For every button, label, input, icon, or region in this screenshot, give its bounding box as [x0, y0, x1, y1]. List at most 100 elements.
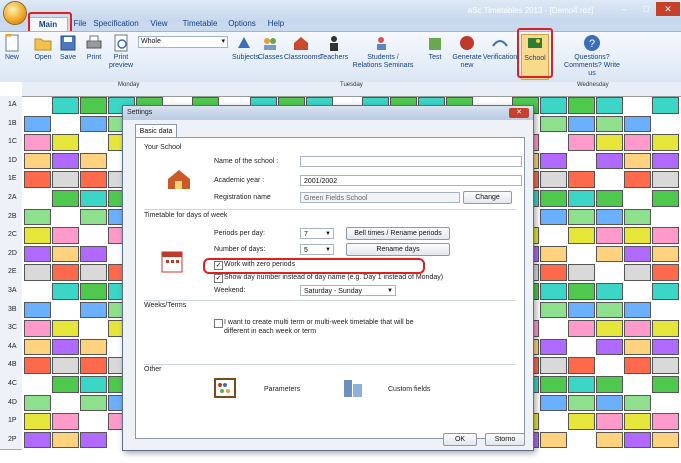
class-row-label[interactable]: 2P: [0, 430, 22, 451]
lesson-card[interactable]: [652, 413, 679, 430]
lesson-card[interactable]: [596, 283, 623, 300]
cancel-button[interactable]: Storno: [485, 433, 525, 446]
lesson-card[interactable]: [568, 97, 595, 114]
rename-days-button[interactable]: Rename days: [346, 243, 450, 256]
lesson-card[interactable]: [24, 171, 51, 188]
lesson-card[interactable]: [624, 413, 651, 430]
lesson-card[interactable]: [540, 97, 567, 114]
lesson-card[interactable]: [540, 245, 567, 263]
lesson-card[interactable]: [540, 264, 567, 281]
print-preview-button[interactable]: Print preview: [106, 34, 136, 78]
lesson-card[interactable]: [624, 245, 651, 263]
lesson-card[interactable]: [540, 376, 567, 393]
lesson-card[interactable]: [52, 152, 79, 170]
class-row-label[interactable]: 1P: [0, 412, 22, 432]
new-button[interactable]: New: [2, 34, 22, 78]
lesson-card[interactable]: [596, 431, 623, 449]
lesson-card[interactable]: [568, 227, 595, 244]
lesson-card[interactable]: [52, 245, 79, 263]
verification-button[interactable]: Verification: [482, 34, 518, 78]
lesson-card[interactable]: [568, 394, 595, 412]
lesson-card[interactable]: [52, 431, 79, 449]
lesson-card[interactable]: [568, 115, 595, 133]
tab-basic-data[interactable]: Basic data: [135, 124, 177, 138]
lesson-card[interactable]: [652, 431, 679, 449]
lesson-card[interactable]: [24, 301, 51, 319]
lesson-card[interactable]: [52, 320, 79, 337]
school-name-input[interactable]: [300, 156, 522, 167]
lesson-card[interactable]: [540, 190, 567, 207]
lesson-card[interactable]: [568, 208, 595, 226]
lesson-card[interactable]: [652, 97, 679, 114]
teachers-button[interactable]: Teachers: [319, 34, 349, 78]
lesson-card[interactable]: [52, 227, 79, 244]
lesson-card[interactable]: [24, 152, 51, 170]
close-window-button[interactable]: ✕: [656, 2, 680, 16]
classes-button[interactable]: Classes: [258, 34, 283, 78]
lesson-card[interactable]: [540, 394, 567, 412]
parameters-link[interactable]: Parameters: [264, 386, 300, 393]
lesson-card[interactable]: [540, 171, 567, 188]
class-row-label[interactable]: 1D: [0, 151, 22, 172]
lesson-card[interactable]: [652, 283, 679, 300]
maximize-button[interactable]: □: [634, 2, 658, 16]
day-number-checkbox[interactable]: ✓: [214, 274, 223, 283]
lesson-card[interactable]: [596, 301, 623, 319]
lesson-card[interactable]: [52, 190, 79, 207]
lesson-card[interactable]: [568, 190, 595, 207]
lesson-card[interactable]: [52, 264, 79, 281]
tab-view[interactable]: View: [146, 17, 172, 31]
lesson-card[interactable]: [80, 376, 107, 393]
lesson-card[interactable]: [624, 115, 651, 133]
lesson-card[interactable]: [652, 320, 679, 337]
class-row-label[interactable]: 1B: [0, 114, 22, 135]
lesson-card[interactable]: [24, 264, 51, 281]
lesson-card[interactable]: [80, 97, 107, 114]
subjects-button[interactable]: Subjects: [232, 34, 259, 78]
lesson-card[interactable]: [24, 357, 51, 374]
class-row-label[interactable]: 2D: [0, 244, 22, 265]
lesson-card[interactable]: [652, 171, 679, 188]
lesson-card[interactable]: [80, 115, 107, 133]
lesson-card[interactable]: [80, 301, 107, 319]
lesson-card[interactable]: [624, 338, 651, 356]
lesson-card[interactable]: [80, 394, 107, 412]
lesson-card[interactable]: [596, 413, 623, 430]
class-row-label[interactable]: 2A: [0, 189, 22, 209]
lesson-card[interactable]: [80, 357, 107, 374]
tab-help[interactable]: Help: [266, 17, 286, 31]
lesson-card[interactable]: [80, 208, 107, 226]
lesson-card[interactable]: [540, 301, 567, 319]
lesson-card[interactable]: [540, 283, 567, 300]
lesson-card[interactable]: [624, 431, 651, 449]
lesson-card[interactable]: [540, 357, 567, 374]
class-row-label[interactable]: 4A: [0, 337, 22, 358]
lesson-card[interactable]: [80, 264, 107, 281]
custom-fields-building-icon[interactable]: [342, 376, 364, 400]
tab-specification[interactable]: Specification: [93, 17, 139, 31]
lesson-card[interactable]: [652, 134, 679, 151]
tab-timetable[interactable]: Timetable: [180, 17, 220, 31]
class-row-label[interactable]: 1C: [0, 133, 22, 153]
custom-fields-link[interactable]: Custom fields: [388, 386, 430, 393]
lesson-card[interactable]: [652, 338, 679, 356]
lesson-card[interactable]: [568, 264, 595, 281]
lesson-card[interactable]: [596, 394, 623, 412]
lesson-card[interactable]: [80, 152, 107, 170]
bell-times-button[interactable]: Bell times / Rename periods: [346, 227, 450, 240]
lesson-card[interactable]: [596, 152, 623, 170]
lesson-card[interactable]: [52, 134, 79, 151]
academic-year-input[interactable]: 2001/2002: [300, 175, 522, 186]
lesson-card[interactable]: [24, 134, 51, 151]
questions-button[interactable]: ? Questions? Comments? Write us: [564, 34, 620, 78]
generate-new-button[interactable]: Generate new: [450, 34, 484, 78]
class-row-label[interactable]: 3A: [0, 282, 22, 302]
lesson-card[interactable]: [596, 134, 623, 151]
students-relations-button[interactable]: Students / Relations Seminars: [352, 34, 414, 78]
lesson-card[interactable]: [624, 134, 651, 151]
lesson-card[interactable]: [652, 357, 679, 374]
ok-button[interactable]: OK: [443, 433, 477, 446]
class-row-label[interactable]: 1A: [0, 96, 22, 116]
lesson-card[interactable]: [80, 283, 107, 300]
parameters-abacus-icon[interactable]: [214, 378, 236, 400]
